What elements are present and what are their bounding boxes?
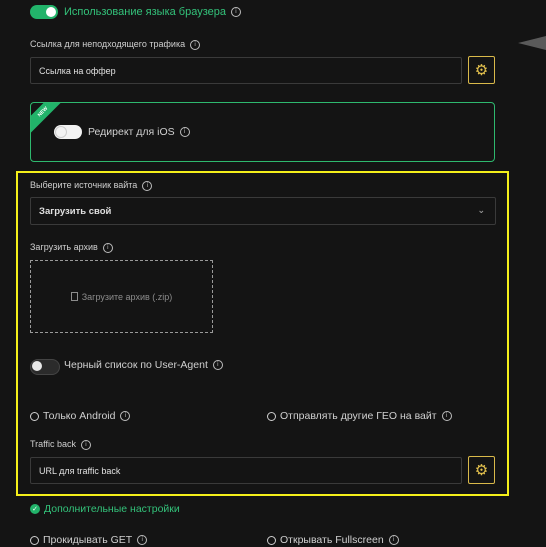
traffic-link-input[interactable]: Ссылка на оффер	[30, 57, 462, 84]
info-icon: i	[142, 180, 153, 191]
chevron-down-icon: ⌄	[477, 205, 485, 215]
archive-dropzone[interactable]: Загрузите архив (.zip)	[30, 260, 213, 333]
radio-circle[interactable]	[30, 411, 39, 421]
info-icon: i	[190, 39, 201, 50]
info-icon: i	[102, 242, 113, 253]
browser-language-toggle[interactable]	[30, 5, 58, 19]
radio-circle[interactable]	[267, 411, 276, 421]
traffic-back-label: Traffic back i	[30, 439, 92, 450]
decorative-arrow-shape	[518, 36, 546, 50]
archive-label: Загрузить архив i	[30, 242, 113, 253]
info-icon: i	[120, 411, 131, 422]
radio-circle[interactable]	[267, 535, 276, 545]
other-geo-radio[interactable]: Отправлять другие ГЕО на вайт i	[267, 410, 452, 422]
toggle-knob	[56, 127, 66, 137]
info-icon: i	[81, 439, 92, 450]
gear-icon: ⚙	[474, 62, 489, 79]
info-icon: i	[212, 360, 223, 371]
ios-redirect-toggle[interactable]	[54, 125, 82, 139]
traffic-link-settings-button[interactable]: ⚙	[468, 56, 495, 84]
info-icon: i	[137, 535, 148, 546]
source-select[interactable]: Загрузить свой ⌄	[30, 197, 496, 225]
advanced-settings-toggle[interactable]: ✓ Дополнительные настройки	[30, 503, 180, 515]
info-icon: i	[441, 411, 452, 422]
browser-language-label: Использование языка браузера i	[64, 6, 241, 18]
traffic-back-settings-button[interactable]: ⚙	[468, 456, 495, 484]
gear-icon: ⚙	[474, 462, 489, 479]
blacklist-label: Черный список по User-Agent i	[64, 359, 223, 371]
info-icon: i	[388, 535, 399, 546]
file-icon	[70, 292, 78, 301]
blacklist-toggle[interactable]	[30, 359, 60, 375]
check-circle-icon: ✓	[30, 504, 40, 515]
toggle-knob	[32, 361, 42, 371]
source-label: Выберите источник вайта i	[30, 180, 153, 191]
only-android-radio[interactable]: Только Android i	[30, 410, 131, 422]
pass-get-radio[interactable]: Прокидывать GET i	[30, 534, 148, 546]
radio-circle[interactable]	[30, 535, 39, 545]
ios-redirect-label: Редирект для iOS i	[88, 126, 190, 138]
toggle-knob	[46, 7, 56, 17]
traffic-link-label: Ссылка для неподходящего трафика i	[30, 39, 201, 50]
traffic-back-input[interactable]: URL для traffic back	[30, 457, 462, 484]
info-icon: i	[230, 7, 241, 18]
info-icon: i	[179, 127, 190, 138]
fullscreen-radio[interactable]: Открывать Fullscreen i	[267, 534, 399, 546]
